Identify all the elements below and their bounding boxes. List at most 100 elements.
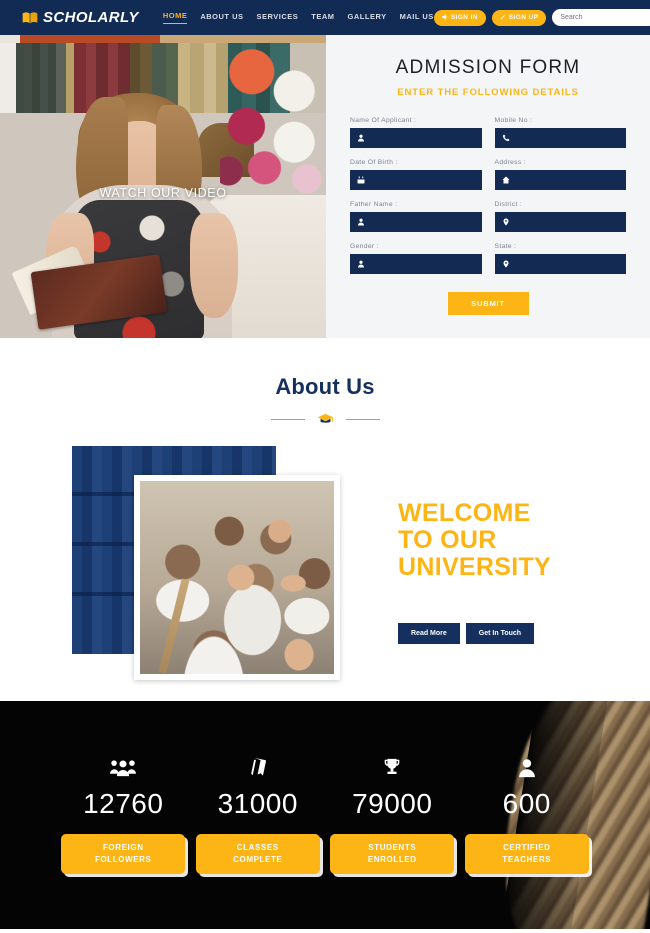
stat-number: 600 [502, 788, 551, 819]
users-group-icon [56, 753, 191, 783]
page-root: SCHOLARLY HOME ABOUT US SERVICES TEAM GA… [0, 0, 650, 933]
trophy-icon [325, 753, 460, 783]
nav-item-services[interactable]: SERVICES [257, 12, 299, 24]
field-input-wrap[interactable] [350, 254, 482, 274]
field-input-wrap[interactable] [350, 128, 482, 148]
stat-classes-complete: 31000 CLASSES COMPLETE [191, 753, 326, 874]
stat-label-button[interactable]: FOREIGN FOLLOWERS [61, 834, 186, 874]
field-label: Address : [494, 159, 526, 166]
stat-label-button[interactable]: CERTIFIED TEACHERS [464, 834, 589, 874]
welcome-line-2: TO OUR [398, 526, 497, 554]
megaphone-icon [442, 13, 448, 22]
stat-label-line-1: STUDENTS [368, 843, 417, 852]
field-father-name: Father Name : [350, 201, 482, 232]
stat-label-line-1: CERTIFIED [502, 843, 551, 852]
nav-item-gallery[interactable]: GALLERY [348, 12, 387, 24]
field-label: District : [494, 201, 523, 208]
hero-image: WATCH OUR VIDEO [0, 35, 326, 338]
field-district: District : [494, 201, 626, 232]
sign-up-button[interactable]: SIGN UP [491, 9, 547, 26]
nav-item-team[interactable]: TEAM [311, 12, 334, 24]
map-pin-icon [502, 255, 510, 273]
nav-item-mail-us[interactable]: MAIL US [400, 12, 434, 24]
reader-arm-right [190, 213, 238, 318]
logo[interactable]: SCHOLARLY [22, 9, 139, 26]
father-name-input[interactable] [365, 218, 482, 226]
stat-label-line-1: CLASSES [236, 843, 279, 852]
district-input[interactable] [509, 218, 626, 226]
field-input-wrap[interactable] [494, 212, 626, 232]
field-state: State : [494, 243, 626, 274]
stat-students-enrolled: 79000 STUDENTS ENROLLED [325, 753, 460, 874]
field-date-of-birth: Date Of Birth : [350, 159, 482, 190]
about-divider [0, 413, 650, 426]
search-input[interactable] [552, 14, 650, 21]
field-mobile-no: Mobile No : [494, 117, 626, 148]
logo-text: SCHOLARLY [43, 9, 139, 26]
main-nav: HOME ABOUT US SERVICES TEAM GALLERY MAIL… [162, 11, 434, 24]
field-label: Father Name : [350, 201, 398, 208]
read-more-button[interactable]: Read More [398, 623, 460, 644]
user-icon [357, 255, 365, 273]
watch-video-label[interactable]: WATCH OUR VIDEO [0, 186, 326, 200]
map-pin-icon [502, 213, 510, 231]
sign-up-label: SIGN UP [508, 14, 539, 21]
field-input-wrap[interactable] [494, 170, 626, 190]
stats-section: 12760 FOREIGN FOLLOWERS 31000 CLASSES CO… [0, 701, 650, 929]
submit-wrap: SUBMIT [350, 292, 626, 315]
field-input-wrap[interactable] [350, 170, 482, 190]
get-in-touch-button[interactable]: Get In Touch [465, 623, 535, 644]
field-label: Gender : [350, 243, 379, 250]
mobile-no-input[interactable] [509, 134, 626, 142]
field-label: Mobile No : [494, 117, 533, 124]
gender-input[interactable] [365, 260, 482, 268]
graduation-cap-icon [317, 413, 334, 426]
divider-line-left [270, 419, 305, 420]
field-name-of-applicant: Name Of Applicant : [350, 117, 482, 148]
field-label: Date Of Birth : [350, 159, 398, 166]
user-icon [357, 213, 365, 231]
about-section: About Us WELCOME TO OUR UNIVERSITY Read … [0, 338, 650, 701]
nav-item-home[interactable]: HOME [162, 11, 188, 24]
field-input-wrap[interactable] [494, 254, 626, 274]
date-of-birth-input[interactable] [365, 176, 482, 184]
form-title: ADMISSION FORM [395, 57, 581, 78]
welcome-buttons: Read More Get In Touch [398, 623, 618, 644]
search-box [552, 9, 650, 26]
stat-label-line-2: ENROLLED [367, 855, 417, 864]
welcome-line-1: WELCOME [398, 499, 531, 527]
sign-in-button[interactable]: SIGN IN [433, 9, 486, 26]
stat-label-line-2: COMPLETE [233, 855, 283, 864]
user-icon [357, 129, 365, 147]
name-of-applicant-input[interactable] [365, 134, 482, 142]
stat-number: 79000 [352, 788, 433, 819]
about-title: About Us [275, 374, 375, 399]
stat-label-line-2: FOLLOWERS [94, 855, 152, 864]
field-label: Name Of Applicant : [350, 117, 417, 124]
submit-button[interactable]: SUBMIT [447, 292, 529, 315]
hero-row: WATCH OUR VIDEO ADMISSION FORM ENTER THE… [0, 35, 650, 338]
welcome-heading: WELCOME TO OUR UNIVERSITY [398, 500, 618, 581]
field-address: Address : [494, 159, 626, 190]
stats-grid: 12760 FOREIGN FOLLOWERS 31000 CLASSES CO… [0, 701, 650, 874]
home-icon [502, 171, 510, 189]
open-book-icon [22, 11, 38, 25]
stat-certified-teachers: 600 CERTIFIED TEACHERS [460, 753, 595, 874]
field-label: State : [494, 243, 517, 250]
form-subtitle: ENTER THE FOLLOWING DETAILS [397, 87, 579, 98]
stat-label-button[interactable]: CLASSES COMPLETE [195, 834, 320, 874]
field-gender: Gender : [350, 243, 482, 274]
nav-item-about-us[interactable]: ABOUT US [200, 12, 243, 24]
stat-number: 12760 [83, 788, 164, 819]
welcome-block: WELCOME TO OUR UNIVERSITY Read More Get … [398, 500, 618, 644]
field-input-wrap[interactable] [350, 212, 482, 232]
stat-label-button[interactable]: STUDENTS ENROLLED [330, 834, 455, 874]
stat-number: 31000 [217, 788, 298, 819]
shelf-top-edge [0, 35, 326, 43]
stat-foreign-followers: 12760 FOREIGN FOLLOWERS [56, 753, 191, 874]
stat-label-line-1: FOREIGN [102, 843, 144, 852]
field-input-wrap[interactable] [494, 128, 626, 148]
address-input[interactable] [509, 176, 626, 184]
state-input[interactable] [509, 260, 626, 268]
flowers [220, 43, 326, 203]
